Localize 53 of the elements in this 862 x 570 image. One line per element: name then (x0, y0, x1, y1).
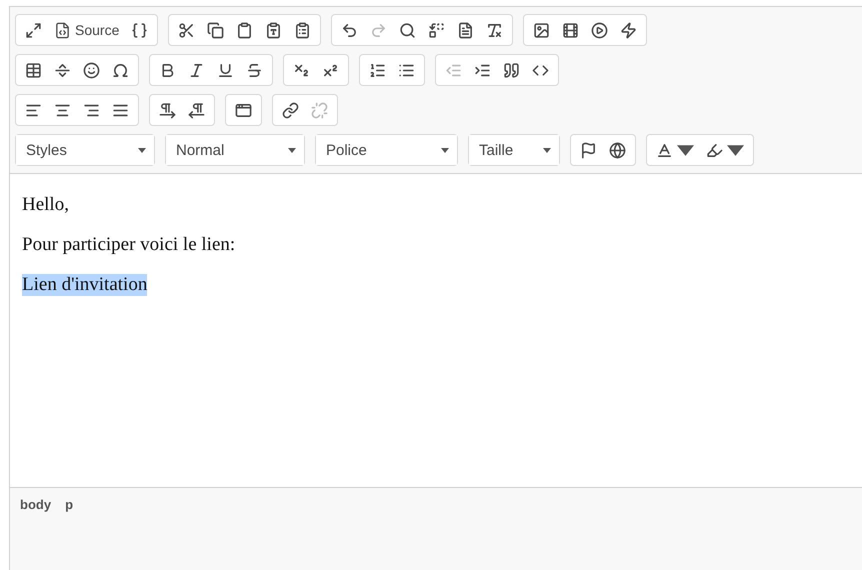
italic-icon (188, 62, 205, 78)
caret-icon (543, 148, 551, 152)
highlight-icon (706, 142, 723, 158)
remove-format-icon (486, 22, 504, 38)
caret-icon (138, 148, 146, 152)
format-dropdown[interactable]: Styles (16, 135, 154, 165)
smiley-icon (83, 62, 100, 78)
copy-icon (207, 22, 224, 38)
replace-icon (428, 22, 446, 38)
quote-icon (503, 62, 520, 78)
omega-icon (112, 62, 129, 78)
frame-icon (235, 102, 252, 118)
numbered-list-icon (369, 62, 386, 78)
play-icon (591, 22, 608, 38)
braces-icon (131, 22, 148, 38)
link-icon (282, 102, 299, 118)
paragraph: Hello, (22, 194, 69, 216)
underline-icon (217, 62, 234, 78)
globe-icon (609, 142, 626, 158)
table-icon (25, 62, 42, 78)
redo-icon (370, 22, 388, 38)
format-dropdown[interactable]: Police (316, 135, 457, 165)
element-path-link[interactable]: body (20, 497, 52, 512)
source-button[interactable]: Source (49, 17, 124, 43)
search-icon (399, 22, 416, 38)
horizontal-rule-icon (54, 62, 71, 78)
image-icon (533, 22, 550, 38)
lightning-icon (620, 22, 638, 38)
strikethrough-icon (246, 62, 263, 78)
source-icon (54, 22, 71, 38)
maximize-icon (25, 22, 42, 38)
paragraph: Pour participer voici le lien: (22, 234, 236, 256)
pilcrow-right-icon (159, 102, 176, 118)
select-all-icon (457, 22, 474, 38)
format-dropdown[interactable]: Taille (469, 135, 559, 165)
caret-icon (288, 148, 296, 152)
element-path-link[interactable]: p (65, 497, 74, 512)
paste-icon (236, 22, 254, 38)
text-color-icon (656, 142, 673, 158)
selected-text: Lien d'invitation (22, 274, 148, 296)
unlink-icon (311, 102, 328, 118)
flag-icon (580, 142, 597, 158)
film-icon (562, 22, 580, 38)
paste-text-icon (265, 22, 282, 38)
editing-area[interactable]: Hello, Pour participer voici le lien: Lien d'invitation (10, 174, 862, 488)
cut-icon (178, 22, 196, 38)
undo-icon (341, 22, 358, 38)
subscript-icon (293, 62, 310, 78)
paste-word-icon (294, 22, 312, 38)
format-dropdown[interactable]: Normal (166, 135, 304, 165)
superscript-icon (322, 62, 339, 78)
pilcrow-left-icon (188, 102, 205, 118)
caret-icon (441, 148, 449, 152)
